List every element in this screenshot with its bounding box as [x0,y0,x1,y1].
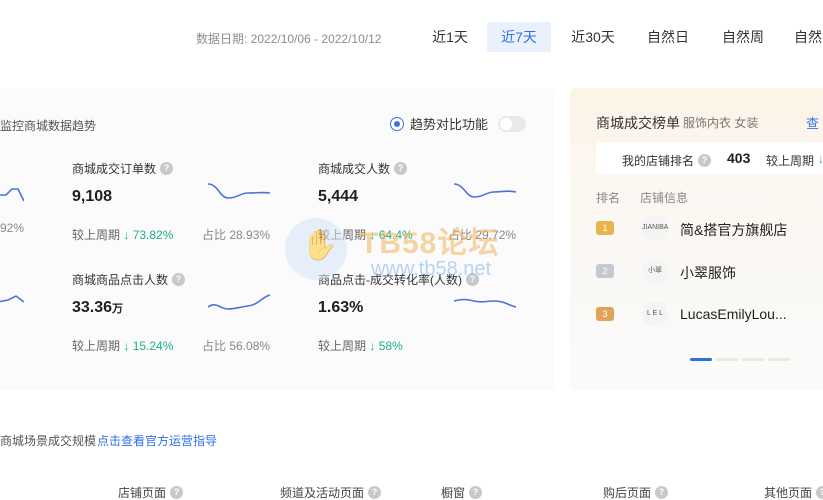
ranking-card: 商城成交榜单 服饰内衣 女装 查 我的店铺排名? 403 较上周期 ↓ 排名 店… [570,88,823,390]
metric-share: 占比 29.72% [448,228,517,242]
col-rank-header: 排名 [596,191,621,205]
ranking-row[interactable]: 3 L E L LucasEmilyLou... [596,299,823,329]
silver-medal-icon: 2 [596,264,614,278]
date-label: 数据日期: 2022/10/06 - 2022/10/12 [196,32,382,46]
my-shop-rank: 我的店铺排名? 403 较上周期 ↓ [596,142,823,174]
metrics-panel: 监控商城数据趋势 趋势对比功能 92% 商城成交订单数? 9,108 较上周期 … [0,88,555,390]
shop-name: 简&搭官方旗舰店 [680,222,788,238]
range-natural-day-button[interactable]: 自然日 [636,22,700,52]
gold-medal-icon: 1 [596,221,614,235]
column-after-purchase: 购后页面? [603,484,669,500]
help-icon[interactable]: ? [655,486,669,499]
metric-label: 商城成交订单数? [72,160,174,177]
ranking-view-link[interactable]: 查 [806,113,819,132]
help-icon[interactable]: ? [170,486,184,499]
trend-compare-control[interactable]: 趋势对比功能 [390,114,527,133]
shop-logo: L E L [642,301,668,327]
metric-trend: 较上周期 ↓ 64.4% [318,228,413,242]
my-rank-value: 403 [727,150,751,166]
metric-share: 占比 56.08% [202,339,271,353]
edge-share-top: 92% [0,221,25,235]
metric-value: 9,108 [72,188,113,205]
operation-guide-link[interactable]: 点击查看官方运营指导 [97,432,217,449]
metric-value: 33.36万 [72,299,124,316]
my-rank-prev: 较上周期 [766,154,815,168]
range-natural-week-button[interactable]: 自然周 [711,22,775,52]
column-shop-page: 店铺页面? [118,484,184,500]
bronze-medal-icon: 3 [596,307,614,321]
metric-sparkline [208,183,270,199]
compare-toggle[interactable] [498,115,527,132]
carousel-dot[interactable] [742,358,764,361]
shop-logo: 小翠 [642,258,668,284]
ranking-title: 商城成交榜单 [596,115,680,131]
metric-sparkline [454,183,516,198]
edge-sparkline-top [0,188,24,202]
panel-title: 监控商城数据趋势 [0,119,97,133]
metric-value: 1.63% [318,299,364,316]
metric-sparkline [208,294,270,310]
help-icon[interactable]: ? [368,486,382,499]
help-icon[interactable]: ? [466,273,479,286]
shop-logo: JIANIBA [642,215,668,241]
help-icon[interactable]: ? [394,162,408,175]
date-range-bar: 数据日期: 2022/10/06 - 2022/10/12 近1天 近7天 近3… [0,22,823,52]
metric-trend: 较上周期 ↓ 58% [318,339,403,353]
help-icon[interactable]: ? [698,154,712,167]
help-icon[interactable]: ? [469,486,483,499]
column-other-page: 其他页面? [764,484,823,500]
carousel-indicator[interactable] [690,358,790,361]
range-natural-month-button[interactable]: 自然 [788,22,823,52]
metric-buyers: 商城成交人数? 5,444 较上周期 ↓ 64.4% 占比 29.72% [318,160,558,270]
metric-trend: 较上周期 ↓ 15.24% [72,339,174,353]
metric-sparkline [454,298,516,308]
edge-sparkline-bottom [0,295,24,303]
carousel-dot[interactable] [716,358,738,361]
carousel-dot-active[interactable] [690,358,712,361]
section-label: 商城场景成交规模 [0,434,97,448]
ranking-row[interactable]: 2 小翠 小翠服饰 [596,256,823,286]
ranking-category: 服饰内衣 女装 [683,116,759,130]
help-icon[interactable]: ? [172,273,186,286]
my-rank-arrow: ↓ [818,152,823,166]
range-1d-button[interactable]: 近1天 [418,22,482,52]
compare-radio[interactable] [390,116,404,131]
range-30d-button[interactable]: 近30天 [558,22,628,52]
metric-clickers: 商城商品点击人数? 33.36万 较上周期 ↓ 15.24% 占比 56.08% [72,271,312,381]
metric-label: 商城成交人数? [318,160,408,177]
ranking-row[interactable]: 1 JIANIBA 简&搭官方旗舰店 [596,213,823,243]
column-showcase: 橱窗? [441,484,483,500]
help-icon[interactable]: ? [816,486,823,499]
my-rank-label: 我的店铺排名? [622,152,712,169]
metric-share: 占比 28.93% [202,228,271,242]
metric-trend: 较上周期 ↓ 73.82% [72,228,174,242]
col-shop-header: 店铺信息 [640,191,689,205]
metric-value: 5,444 [318,188,359,205]
metric-orders: 商城成交订单数? 9,108 较上周期 ↓ 73.82% 占比 28.93% [72,160,312,270]
compare-label: 趋势对比功能 [410,117,489,132]
shop-name: LucasEmilyLou... [680,306,787,322]
column-channel-page: 频道及活动页面? [280,484,382,500]
metric-conversion: 商品点击-成交转化率(人数)? 1.63% 较上周期 ↓ 58% [318,271,558,381]
carousel-dot[interactable] [768,358,790,361]
shop-name: 小翠服饰 [680,265,736,281]
metric-label: 商城商品点击人数? [72,271,186,288]
help-icon[interactable]: ? [160,162,174,175]
metric-label: 商品点击-成交转化率(人数)? [318,271,479,288]
range-7d-button[interactable]: 近7天 [487,22,551,52]
